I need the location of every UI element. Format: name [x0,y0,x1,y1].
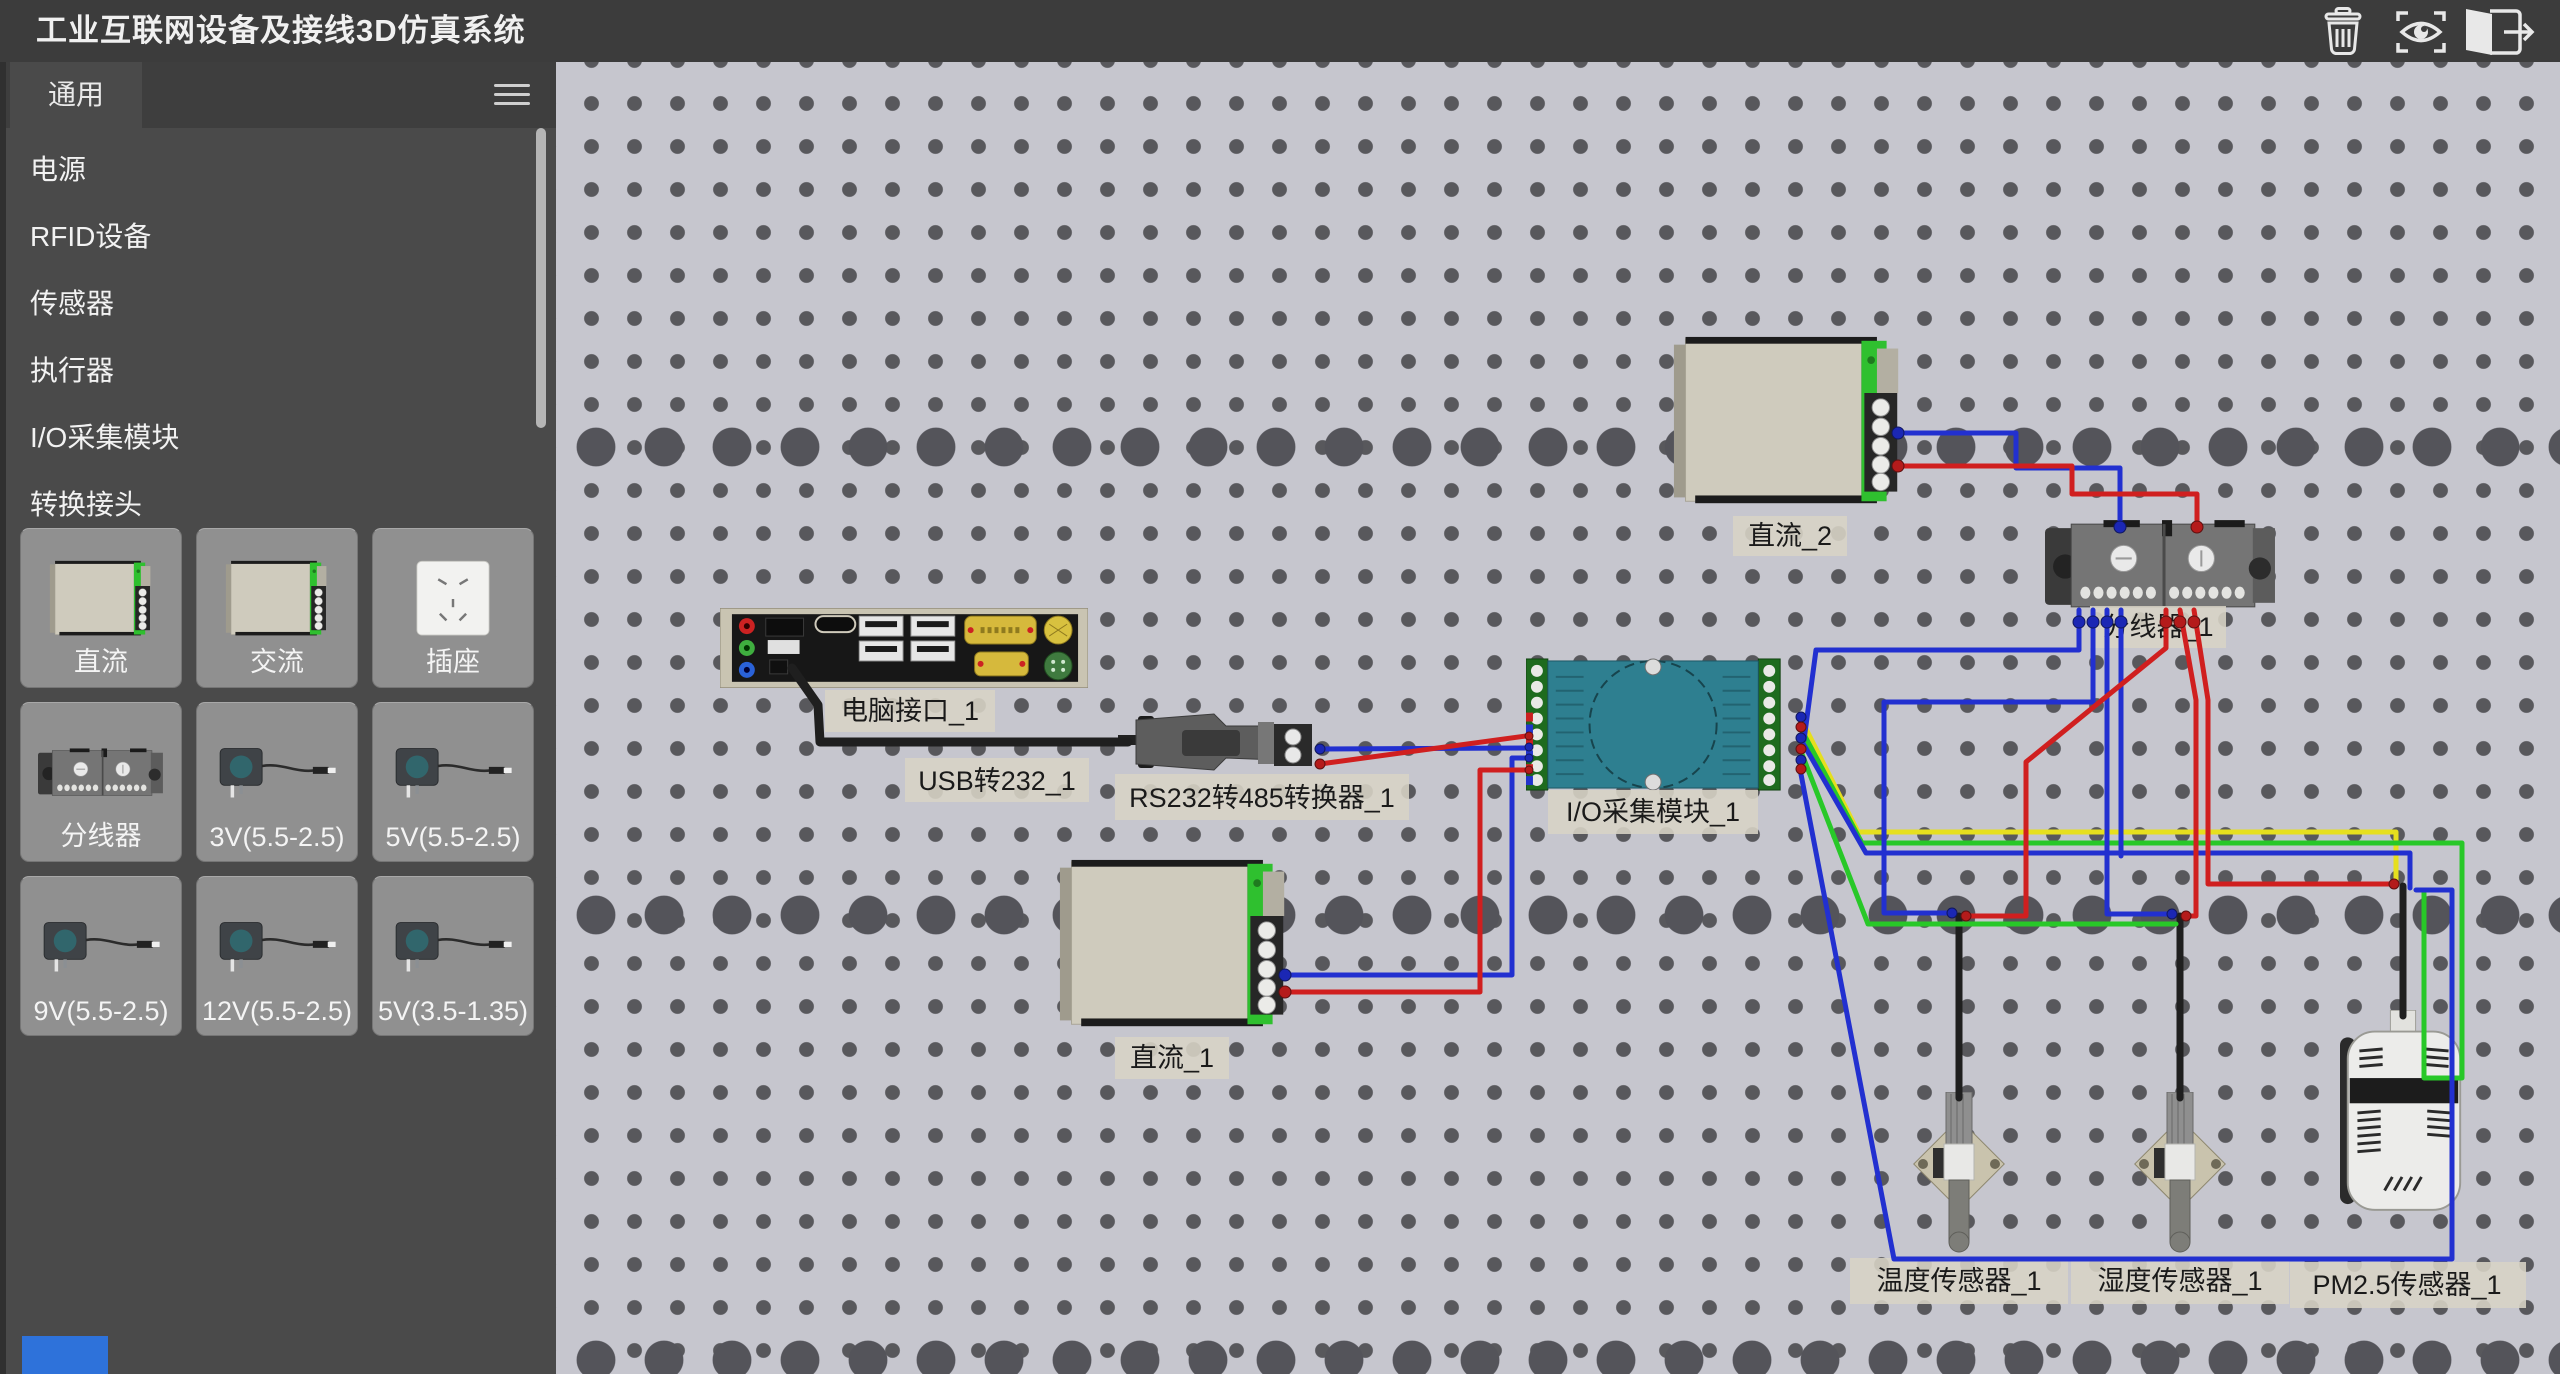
category-rfid[interactable]: RFID设备 [6,203,536,270]
bottom-left-blue-chip[interactable] [22,1336,108,1374]
title-bar: 工业互联网设备及接线3D仿真系统 [0,0,2560,62]
device-label: 温度传感器_1 [1876,1266,2041,1296]
category-actuator[interactable]: 执行器 [6,337,536,404]
tile-label: 交流 [197,640,357,679]
tile-label: 12V(5.5-2.5) [197,996,357,1027]
adapter-thumbnail [35,912,167,982]
device-label: I/O采集模块_1 [1566,797,1740,827]
tile-adapter-5v-small[interactable]: 5V(3.5-1.35) [372,876,534,1036]
device-temperature-sensor-1[interactable] [1914,1092,2005,1252]
wire-blue [1804,610,2079,740]
device-label: 直流_1 [1130,1043,1214,1073]
wire-red [2180,610,2196,916]
sidebar-scrollbar[interactable] [536,128,546,428]
tile-label: 3V(5.5-2.5) [197,822,357,853]
category-power[interactable]: 电源 [6,136,536,203]
device-label: 电脑接口_1 [841,696,979,726]
dc-power-thumbnail [49,560,153,638]
wire-blue [1898,433,2120,527]
socket-thumbnail [412,558,494,640]
trash-button[interactable] [2312,6,2374,58]
hamburger-icon[interactable] [494,84,530,106]
device-pc-rear-panel-1[interactable] [720,608,1088,688]
wire-green [1800,727,2462,1078]
component-sidebar: 通用 电源 RFID设备 传感器 执行器 I/O采集模块 转换接头 直流 交流 … [0,62,556,1374]
tile-splitter[interactable]: 分线器 [20,702,182,862]
device-pm25-sensor-1[interactable] [2340,1010,2460,1210]
category-io-module[interactable]: I/O采集模块 [6,404,536,471]
device-label: 直流_2 [1748,521,1832,551]
adapter-thumbnail [211,738,343,808]
device-label: RS232转485转换器_1 [1129,783,1395,813]
adapter-thumbnail [387,738,519,808]
splitter-thumbnail [38,748,164,798]
sidebar-tab-row: 通用 [6,62,556,128]
tile-label: 分线器 [21,814,181,853]
wire-yellow [1800,717,2396,886]
wire-red [1898,466,2197,527]
tab-general[interactable]: 通用 [10,62,142,128]
tile-socket[interactable]: 插座 [372,528,534,688]
tile-label: 9V(5.5-2.5) [21,996,181,1027]
tile-adapter-9v[interactable]: 9V(5.5-2.5) [20,876,182,1036]
device-dc-power-2[interactable] [1674,337,1898,503]
app-title: 工业互联网设备及接线3D仿真系统 [36,0,526,62]
device-io-module-1[interactable] [1526,659,1780,790]
tile-label: 直流 [21,640,181,679]
tile-label: 插座 [373,640,533,679]
view-button[interactable] [2390,6,2452,58]
category-sensor[interactable]: 传感器 [6,270,536,337]
tile-dc-power[interactable]: 直流 [20,528,182,688]
device-splitter-1[interactable] [2045,520,2275,607]
tile-adapter-5v[interactable]: 5V(5.5-2.5) [372,702,534,862]
device-label: 湿度传感器_1 [2097,1266,2262,1296]
wire-blue [1884,610,2093,913]
exit-button[interactable] [2458,6,2538,58]
device-rs232-485-converter-1[interactable] [1118,714,1312,770]
tile-adapter-12v[interactable]: 12V(5.5-2.5) [196,876,358,1036]
component-tile-grid: 直流 交流 插座 分线器 3V(5.5-2.5) 5V(5.5-2.5) [6,528,534,1036]
adapter-thumbnail [211,912,343,982]
trash-icon [2320,7,2366,57]
tile-ac-power[interactable]: 交流 [196,528,358,688]
wire-blue [2107,610,2172,914]
scene-overlay: 直流_2 分线器_1 电脑接口_1 USB转232_1 RS232转485转换器… [556,62,2560,1374]
canvas-3d-viewport[interactable]: 直流_2 分线器_1 电脑接口_1 USB转232_1 RS232转485转换器… [556,62,2560,1374]
tile-label: 5V(5.5-2.5) [373,822,533,853]
view-eye-icon [2394,7,2448,57]
app-window: 工业互联网设备及接线3D仿真系统 [0,0,2560,1374]
device-dc-power-1[interactable] [1060,860,1284,1026]
wire-red [1966,610,2166,916]
device-humidity-sensor-1[interactable] [2135,1092,2226,1252]
device-label: PM2.5传感器_1 [2312,1270,2501,1300]
device-label: USB转232_1 [918,766,1076,796]
tile-adapter-3v[interactable]: 3V(5.5-2.5) [196,702,358,862]
wire-connectors [1279,427,2399,998]
exit-door-icon [2460,7,2536,57]
ac-power-thumbnail [225,560,329,638]
tile-label: 5V(3.5-1.35) [373,996,533,1027]
category-list: 电源 RFID设备 传感器 执行器 I/O采集模块 转换接头 [6,136,536,538]
adapter-thumbnail [387,912,519,982]
